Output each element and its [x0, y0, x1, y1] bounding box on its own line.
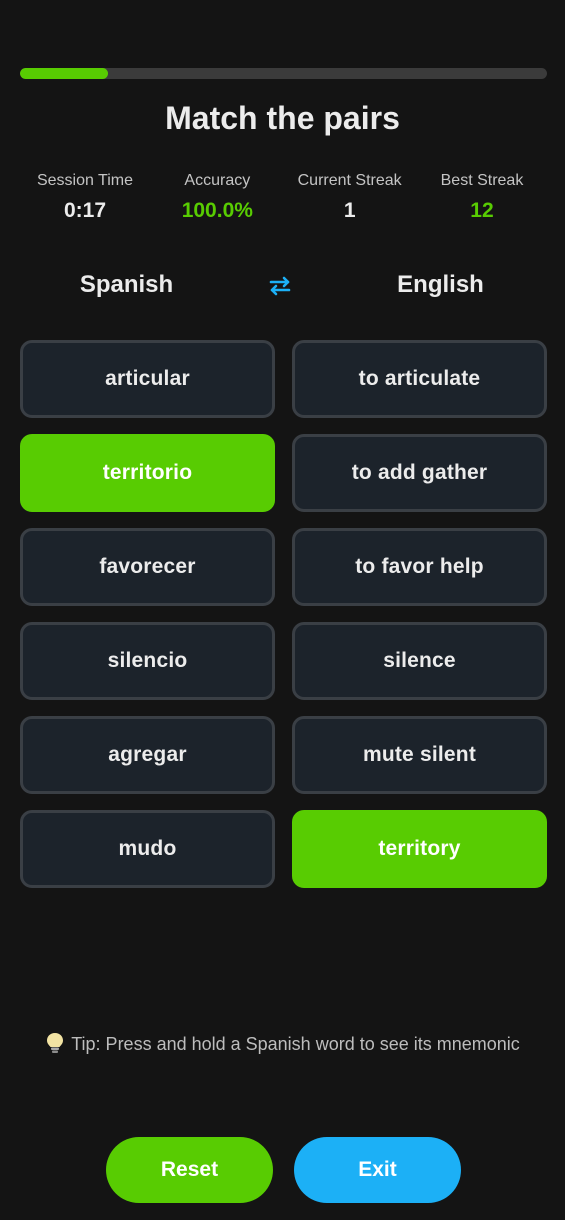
pair-row: mudo territory: [20, 810, 547, 888]
english-word-card[interactable]: to articulate: [292, 340, 547, 418]
progress-bar: [20, 68, 547, 79]
spanish-word-card[interactable]: silencio: [20, 622, 275, 700]
stat-value: 12: [470, 199, 494, 222]
stat-value: 1: [343, 199, 356, 222]
stat-label: Best Streak: [440, 172, 524, 189]
english-word-card[interactable]: to favor help: [292, 528, 547, 606]
stat-value: 100.0%: [181, 199, 253, 222]
english-word-card[interactable]: silence: [292, 622, 547, 700]
stat-value: 0:17: [63, 199, 107, 222]
page-title: Match the pairs: [165, 100, 400, 136]
spanish-word-card[interactable]: agregar: [20, 716, 275, 794]
english-word-card[interactable]: territory: [292, 810, 547, 888]
tip-text-block: Tip: Press and hold a Spanish word to se…: [40, 1027, 525, 1061]
stat-current-streak: Current Streak 1: [285, 170, 415, 223]
language-header: Spanish English: [20, 268, 547, 304]
stat-session-time: Session Time 0:17: [20, 170, 150, 223]
stat-best-streak: Best Streak 12: [417, 170, 547, 223]
pair-row: silencio silence: [20, 622, 547, 700]
pair-row: favorecer to favor help: [20, 528, 547, 606]
progress-bar-fill: [20, 68, 108, 79]
pair-row: agregar mute silent: [20, 716, 547, 794]
pairs-grid: articular to articulate territorio to ad…: [20, 340, 547, 904]
stat-label: Current Streak: [297, 172, 402, 189]
stat-accuracy: Accuracy 100.0%: [152, 170, 282, 223]
spanish-word-card[interactable]: favorecer: [20, 528, 275, 606]
reset-button[interactable]: Reset: [106, 1137, 273, 1203]
stats-bar: Session Time 0:17 Accuracy 100.0% Curren…: [20, 170, 547, 223]
target-language-label: English: [397, 271, 484, 298]
lightbulb-icon: [47, 1033, 64, 1053]
pair-row: articular to articulate: [20, 340, 547, 418]
source-language-label: Spanish: [79, 271, 174, 298]
pair-row: territorio to add gather: [20, 434, 547, 512]
tip-text: Tip: Press and hold a Spanish word to se…: [71, 1034, 520, 1054]
english-word-card[interactable]: to add gather: [292, 434, 547, 512]
english-word-card[interactable]: mute silent: [292, 716, 547, 794]
stat-label: Accuracy: [184, 172, 251, 189]
exit-button[interactable]: Exit: [294, 1137, 461, 1203]
spanish-word-card[interactable]: territorio: [20, 434, 275, 512]
swap-arrows-icon[interactable]: [266, 272, 294, 300]
stat-label: Session Time: [36, 172, 134, 189]
spanish-word-card[interactable]: mudo: [20, 810, 275, 888]
spanish-word-card[interactable]: articular: [20, 340, 275, 418]
